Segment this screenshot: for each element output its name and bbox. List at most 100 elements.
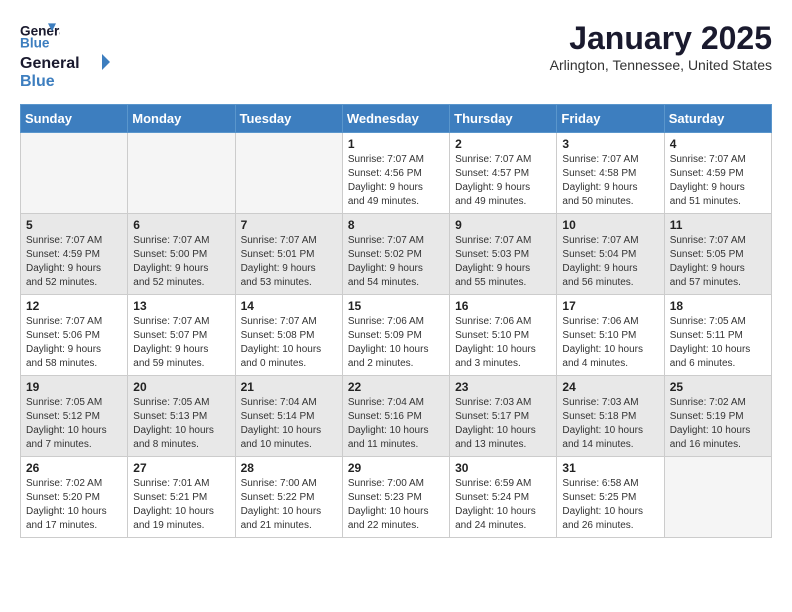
table-row: 21 Sunrise: 7:04 AMSunset: 5:14 PMDayligh… xyxy=(235,376,342,457)
table-row: 6Sunrise: 7:07 AMSunset: 5:00 PMDaylight… xyxy=(128,214,235,295)
day-info: Sunrise: 7:07 AMSunset: 5:05 PMDaylight:… xyxy=(670,234,766,290)
day-info: Sunrise: 7:05 AMSunset: 5:13 PMDaylight:… xyxy=(133,396,229,452)
day-number: 18 xyxy=(670,299,766,313)
table-row: 15 Sunrise: 7:06 AMSunset: 5:09 PMDayligh… xyxy=(342,295,449,376)
col-sunday: Sunday xyxy=(21,105,128,133)
table-row: 11 Sunrise: 7:07 AMSunset: 5:05 PMDayligh… xyxy=(664,214,771,295)
day-info: Sunrise: 7:07 AMSunset: 5:07 PMDaylight:… xyxy=(133,315,229,371)
day-number: 17 xyxy=(562,299,658,313)
day-number: 19 xyxy=(26,380,122,394)
logo-icon: General Blue xyxy=(20,20,60,50)
day-info: Sunrise: 7:07 AMSunset: 4:56 PMDaylight:… xyxy=(348,153,444,209)
day-number: 12 xyxy=(26,299,122,313)
table-row: 22 Sunrise: 7:04 AMSunset: 5:16 PMDayligh… xyxy=(342,376,449,457)
day-info: Sunrise: 7:04 AMSunset: 5:14 PMDaylight:… xyxy=(241,396,337,452)
calendar-header-row: Sunday Monday Tuesday Wednesday Thursday… xyxy=(21,105,772,133)
day-info: Sunrise: 7:07 AMSunset: 4:59 PMDaylight:… xyxy=(670,153,766,209)
day-number: 15 xyxy=(348,299,444,313)
calendar-table: Sunday Monday Tuesday Wednesday Thursday… xyxy=(20,104,772,538)
day-number: 4 xyxy=(670,137,766,151)
calendar-week-row: 5 Sunrise: 7:07 AMSunset: 4:59 PMDaylight… xyxy=(21,214,772,295)
table-row: 10 Sunrise: 7:07 AMSunset: 5:04 PMDayligh… xyxy=(557,214,664,295)
table-row: 30Sunrise: 6:59 AMSunset: 5:24 PMDayligh… xyxy=(450,457,557,538)
table-row: 27Sunrise: 7:01 AMSunset: 5:21 PMDayligh… xyxy=(128,457,235,538)
table-row: 17 Sunrise: 7:06 AMSunset: 5:10 PMDayligh… xyxy=(557,295,664,376)
table-row: 3 Sunrise: 7:07 AMSunset: 4:58 PMDaylight… xyxy=(557,133,664,214)
col-saturday: Saturday xyxy=(664,105,771,133)
day-number: 6 xyxy=(133,218,229,232)
table-row: 26Sunrise: 7:02 AMSunset: 5:20 PMDayligh… xyxy=(21,457,128,538)
table-row: 7 Sunrise: 7:07 AMSunset: 5:01 PMDaylight… xyxy=(235,214,342,295)
table-row: 1 Sunrise: 7:07 AMSunset: 4:56 PMDaylight… xyxy=(342,133,449,214)
day-number: 27 xyxy=(133,461,229,475)
day-info: Sunrise: 7:06 AMSunset: 5:10 PMDaylight:… xyxy=(562,315,658,371)
day-info: Sunrise: 7:07 AMSunset: 5:01 PMDaylight:… xyxy=(241,234,337,290)
day-number: 22 xyxy=(348,380,444,394)
title-block: January 2025 Arlington, Tennessee, Unite… xyxy=(550,20,772,73)
table-row: 12 Sunrise: 7:07 AMSunset: 5:06 PMDayligh… xyxy=(21,295,128,376)
logo-graphic: General Blue xyxy=(20,50,110,92)
svg-text:General: General xyxy=(20,55,80,72)
calendar-week-row: 19 Sunrise: 7:05 AMSunset: 5:12 PMDayligh… xyxy=(21,376,772,457)
day-info: Sunrise: 7:07 AMSunset: 4:59 PMDaylight:… xyxy=(26,234,122,290)
day-number: 14 xyxy=(241,299,337,313)
calendar-subtitle: Arlington, Tennessee, United States xyxy=(550,57,772,73)
day-info: Sunrise: 7:06 AMSunset: 5:09 PMDaylight:… xyxy=(348,315,444,371)
day-info: Sunrise: 7:07 AMSunset: 4:58 PMDaylight:… xyxy=(562,153,658,209)
day-info: Sunrise: 7:07 AMSunset: 5:06 PMDaylight:… xyxy=(26,315,122,371)
day-number: 7 xyxy=(241,218,337,232)
page-header: General Blue General Blue January 2025 A… xyxy=(20,20,772,92)
day-number: 2 xyxy=(455,137,551,151)
table-row xyxy=(128,133,235,214)
day-number: 13 xyxy=(133,299,229,313)
col-friday: Friday xyxy=(557,105,664,133)
day-info: Sunrise: 6:58 AMSunset: 5:25 PMDaylight:… xyxy=(562,477,658,533)
day-info: Sunrise: 7:07 AMSunset: 4:57 PMDaylight:… xyxy=(455,153,551,209)
col-thursday: Thursday xyxy=(450,105,557,133)
table-row: 5 Sunrise: 7:07 AMSunset: 4:59 PMDaylight… xyxy=(21,214,128,295)
table-row xyxy=(21,133,128,214)
table-row: 18Sunrise: 7:05 AMSunset: 5:11 PMDayligh… xyxy=(664,295,771,376)
day-info: Sunrise: 7:03 AMSunset: 5:18 PMDaylight:… xyxy=(562,396,658,452)
day-number: 9 xyxy=(455,218,551,232)
table-row: 14 Sunrise: 7:07 AMSunset: 5:08 PMDayligh… xyxy=(235,295,342,376)
day-number: 3 xyxy=(562,137,658,151)
table-row: 24Sunrise: 7:03 AMSunset: 5:18 PMDayligh… xyxy=(557,376,664,457)
day-info: Sunrise: 7:07 AMSunset: 5:04 PMDaylight:… xyxy=(562,234,658,290)
table-row: 19 Sunrise: 7:05 AMSunset: 5:12 PMDayligh… xyxy=(21,376,128,457)
table-row: 9Sunrise: 7:07 AMSunset: 5:03 PMDaylight… xyxy=(450,214,557,295)
day-info: Sunrise: 7:07 AMSunset: 5:08 PMDaylight:… xyxy=(241,315,337,371)
day-info: Sunrise: 6:59 AMSunset: 5:24 PMDaylight:… xyxy=(455,477,551,533)
day-number: 10 xyxy=(562,218,658,232)
day-info: Sunrise: 7:00 AMSunset: 5:22 PMDaylight:… xyxy=(241,477,337,533)
day-info: Sunrise: 7:00 AMSunset: 5:23 PMDaylight:… xyxy=(348,477,444,533)
calendar-title: January 2025 xyxy=(550,20,772,57)
day-number: 25 xyxy=(670,380,766,394)
day-number: 8 xyxy=(348,218,444,232)
table-row: 16Sunrise: 7:06 AMSunset: 5:10 PMDayligh… xyxy=(450,295,557,376)
day-number: 28 xyxy=(241,461,337,475)
table-row: 2 Sunrise: 7:07 AMSunset: 4:57 PMDaylight… xyxy=(450,133,557,214)
table-row xyxy=(235,133,342,214)
day-number: 23 xyxy=(455,380,551,394)
day-info: Sunrise: 7:02 AMSunset: 5:19 PMDaylight:… xyxy=(670,396,766,452)
svg-text:Blue: Blue xyxy=(20,73,55,90)
col-monday: Monday xyxy=(128,105,235,133)
calendar-week-row: 12 Sunrise: 7:07 AMSunset: 5:06 PMDayligh… xyxy=(21,295,772,376)
table-row: 8Sunrise: 7:07 AMSunset: 5:02 PMDaylight… xyxy=(342,214,449,295)
day-number: 21 xyxy=(241,380,337,394)
table-row: 4 Sunrise: 7:07 AMSunset: 4:59 PMDaylight… xyxy=(664,133,771,214)
col-wednesday: Wednesday xyxy=(342,105,449,133)
table-row xyxy=(664,457,771,538)
day-number: 11 xyxy=(670,218,766,232)
day-info: Sunrise: 7:03 AMSunset: 5:17 PMDaylight:… xyxy=(455,396,551,452)
table-row: 13 Sunrise: 7:07 AMSunset: 5:07 PMDayligh… xyxy=(128,295,235,376)
table-row: 25 Sunrise: 7:02 AMSunset: 5:19 PMDayligh… xyxy=(664,376,771,457)
day-info: Sunrise: 7:04 AMSunset: 5:16 PMDaylight:… xyxy=(348,396,444,452)
day-number: 1 xyxy=(348,137,444,151)
table-row: 29 Sunrise: 7:00 AMSunset: 5:23 PMDayligh… xyxy=(342,457,449,538)
day-number: 29 xyxy=(348,461,444,475)
day-info: Sunrise: 7:05 AMSunset: 5:12 PMDaylight:… xyxy=(26,396,122,452)
day-number: 5 xyxy=(26,218,122,232)
day-number: 20 xyxy=(133,380,229,394)
